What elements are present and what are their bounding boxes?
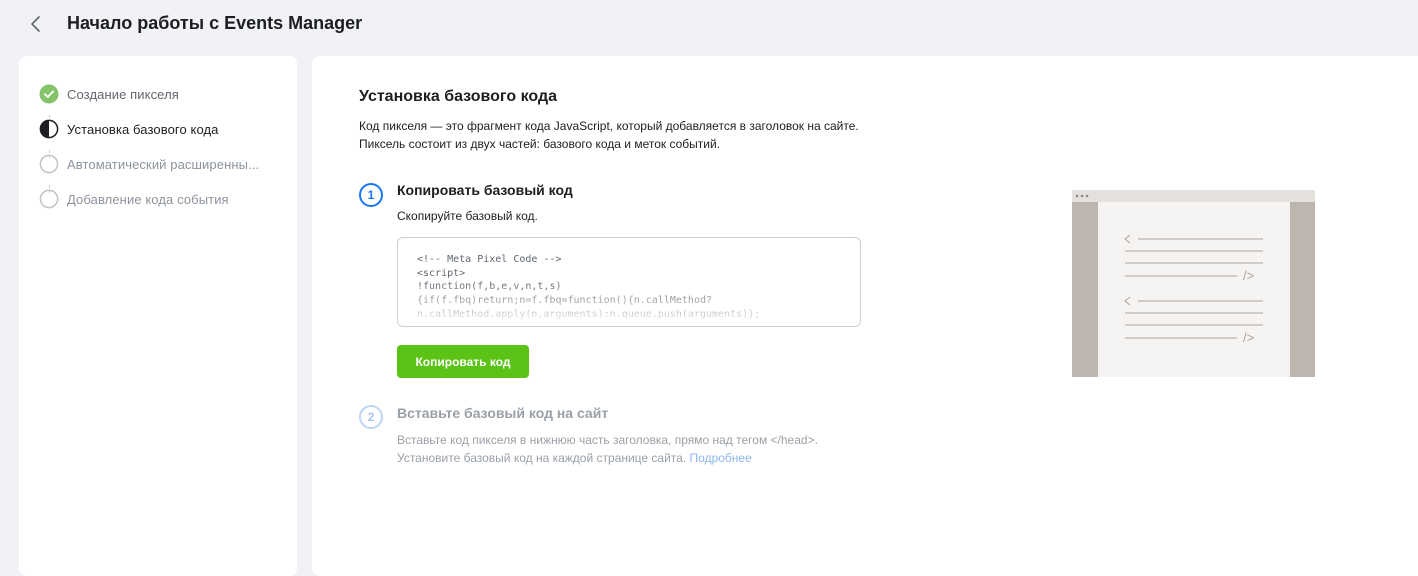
- step-2-line: Установите базовый код на каждой страниц…: [397, 449, 818, 467]
- svg-text:/>: />: [1243, 330, 1254, 345]
- sidebar-step-label: Установка базового кода: [67, 121, 219, 137]
- section-title: Установка базового кода: [359, 88, 557, 105]
- main-panel: Установка базового кода Код пикселя — эт…: [312, 56, 1418, 576]
- empty-circle-icon: [39, 189, 59, 209]
- step-1-number: 1: [359, 183, 383, 207]
- check-circle-icon: [39, 84, 59, 104]
- steps-sidebar: Создание пикселя Установка базового кода…: [19, 56, 297, 576]
- step-2-description: Вставьте код пикселя в нижнюю часть заго…: [397, 431, 818, 467]
- half-circle-icon: [39, 119, 59, 139]
- sidebar-step-install-base-code[interactable]: Установка базового кода: [39, 118, 289, 140]
- top-bar: Начало работы с Events Manager: [0, 0, 1418, 48]
- code-snippet: <!-- Meta Pixel Code --> <script> !funct…: [417, 253, 760, 322]
- code-line: <!-- Meta Pixel Code -->: [417, 254, 562, 265]
- learn-more-link[interactable]: Подробнее: [690, 451, 752, 465]
- step-2-line: Вставьте код пикселя в нижнюю часть заго…: [397, 433, 818, 447]
- sidebar-step-label: Автоматический расширенны...: [67, 156, 260, 172]
- sidebar-step-add-event-code[interactable]: Добавление кода события: [39, 188, 289, 210]
- step-2-number: 2: [359, 405, 383, 429]
- intro-text: Код пикселя — это фрагмент кода JavaScri…: [359, 117, 859, 153]
- empty-circle-icon: [39, 154, 59, 174]
- step-1-title: Копировать базовый код: [397, 182, 573, 198]
- page-title: Начало работы с Events Manager: [67, 13, 363, 33]
- copy-code-button[interactable]: Копировать код: [397, 345, 529, 378]
- back-button[interactable]: [22, 10, 50, 38]
- step-2-title: Вставьте базовый код на сайт: [397, 405, 609, 421]
- code-line: n.callMethod.apply(n,arguments):n.queue.…: [417, 308, 761, 320]
- browser-code-illustration: /> />: [1072, 190, 1315, 377]
- base-code-box[interactable]: <!-- Meta Pixel Code --> <script> !funct…: [397, 237, 861, 327]
- svg-text:/>: />: [1243, 268, 1254, 283]
- code-line: {if(f.fbq)return;n=f.fbq=function(){n.ca…: [417, 295, 713, 307]
- sidebar-step-create-pixel[interactable]: Создание пикселя: [39, 83, 289, 105]
- sidebar-step-label: Добавление кода события: [67, 191, 229, 207]
- sidebar-step-label: Создание пикселя: [67, 86, 179, 102]
- code-line: <script>: [417, 267, 466, 279]
- sidebar-step-auto-advanced-matching[interactable]: Автоматический расширенны...: [39, 153, 289, 175]
- chevron-left-icon: [31, 16, 40, 32]
- intro-line: Код пикселя — это фрагмент кода JavaScri…: [359, 119, 859, 133]
- step-1-description: Скопируйте базовый код.: [397, 209, 538, 223]
- code-line: !function(f,b,e,v,n,t,s): [417, 281, 562, 293]
- intro-line: Пиксель состоит из двух частей: базового…: [359, 137, 721, 151]
- step-2-line-text: Установите базовый код на каждой страниц…: [397, 451, 687, 465]
